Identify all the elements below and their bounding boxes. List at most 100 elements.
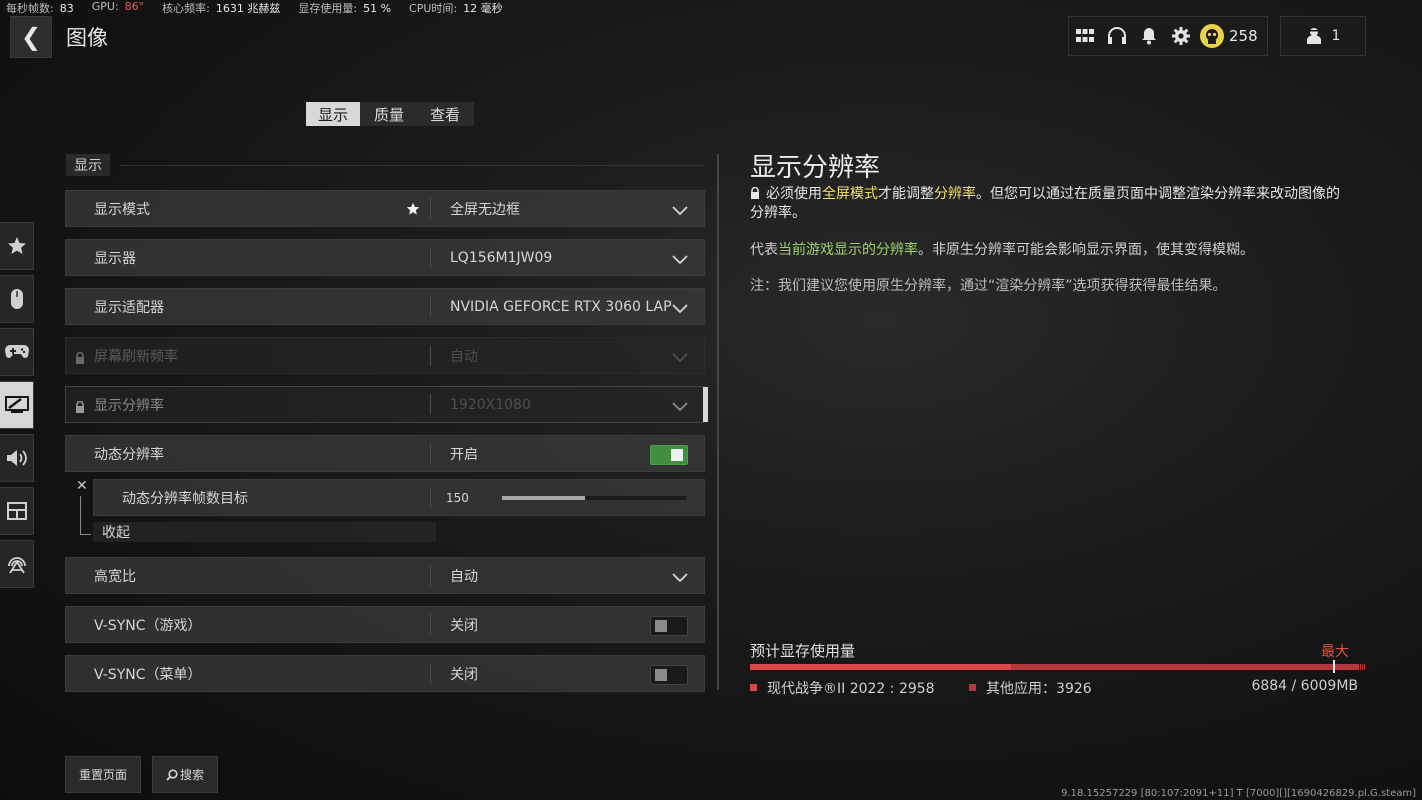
row-divider	[430, 663, 431, 684]
setting-dynamic-resolution[interactable]: 动态分辨率 开启	[65, 435, 705, 472]
vram-game-segment	[750, 664, 1012, 670]
layout-icon	[6, 502, 27, 520]
setting-refresh-rate: 屏幕刷新频率 自动	[65, 337, 705, 374]
setting-label: 显示分辨率	[94, 397, 164, 414]
bell-icon[interactable]	[1133, 17, 1165, 55]
row-divider	[430, 296, 431, 317]
party-member-icon	[1306, 28, 1321, 44]
rail-network[interactable]	[0, 540, 34, 588]
collapse-button[interactable]: 收起	[93, 522, 436, 542]
vram-legend: 现代战争®II 2022 : 2958 其他应用：3926 6884 / 600…	[750, 678, 1358, 698]
gamepad-icon	[4, 345, 29, 358]
setting-resolution[interactable]: 显示分辨率 1920X1080	[65, 386, 708, 423]
scrollbar[interactable]	[717, 154, 719, 690]
row-divider	[430, 565, 431, 586]
rail-graphics[interactable]	[0, 381, 34, 429]
rail-mouse[interactable]	[0, 275, 34, 323]
back-button[interactable]: ❮	[10, 16, 52, 58]
rail-favorites[interactable]	[0, 222, 34, 270]
headset-icon[interactable]	[1101, 17, 1133, 55]
setting-aspect-ratio[interactable]: 高宽比 自动	[65, 557, 705, 594]
chevron-down-icon	[672, 348, 688, 367]
lock-icon	[751, 186, 759, 199]
setting-display-adapter[interactable]: 显示适配器 NVIDIA GEFORCE RTX 3060 LAPTOP	[65, 288, 705, 325]
chevron-down-icon	[672, 568, 688, 587]
description-note: 注：我们建议您使用原生分辨率，通过“渲染分辨率”选项获得获得最佳结果。	[750, 278, 1227, 294]
setting-monitor[interactable]: 显示器 LQ156M1JW09	[65, 239, 705, 276]
gear-icon[interactable]	[1165, 17, 1197, 55]
row-divider	[430, 198, 431, 219]
setting-label: 显示器	[94, 250, 136, 267]
setting-dynamic-target[interactable]: 动态分辨率帧数目标 150	[93, 479, 705, 516]
search-icon	[166, 768, 178, 781]
setting-vsync-game[interactable]: V-SYNC（游戏） 关闭	[65, 606, 705, 643]
setting-display-mode[interactable]: 显示模式 全屏无边框	[65, 190, 705, 227]
perf-core-clock: 核心频率: 1631 兆赫兹	[162, 2, 281, 15]
vram-total: 6884 / 6009MB	[1251, 678, 1358, 694]
description-title: 显示分辨率	[750, 153, 881, 183]
setting-label: 显示适配器	[94, 299, 164, 316]
legend-other: 其他应用：3926	[986, 681, 1092, 697]
vsync-menu-toggle[interactable]	[650, 665, 688, 685]
setting-label: 高宽比	[94, 568, 136, 585]
rail-audio[interactable]	[0, 434, 34, 482]
setting-value: LQ156M1JW09	[450, 249, 553, 266]
vram-max-marker	[1333, 660, 1335, 673]
favorite-star-icon[interactable]	[406, 201, 420, 220]
tab-view[interactable]: 查看	[418, 102, 472, 126]
perf-cpu-time: CPU时间: 12 毫秒	[409, 2, 503, 15]
setting-label: V-SYNC（菜单）	[94, 666, 202, 683]
setting-label: V-SYNC（游戏）	[94, 617, 202, 634]
frame-target-slider[interactable]	[502, 496, 686, 500]
row-divider	[430, 345, 431, 366]
monitor-icon	[4, 396, 29, 413]
vram-other-segment	[1011, 664, 1358, 670]
performance-overlay: 每秒帧数: 83 GPU: 86° 核心频率: 1631 兆赫兹 显存使用量: 51 %…	[6, 0, 521, 15]
perf-gpu: GPU: 86°	[91, 0, 145, 13]
perf-vram: 显存使用量: 51 %	[298, 2, 392, 15]
setting-label: 动态分辨率帧数目标	[122, 490, 248, 507]
rail-controller[interactable]	[0, 328, 34, 376]
reset-page-button[interactable]: 重置页面	[65, 756, 141, 793]
star-icon	[7, 237, 26, 254]
chevron-down-icon	[672, 299, 688, 318]
grid-menu-icon[interactable]	[1069, 17, 1101, 55]
setting-value: 1920X1080	[450, 396, 531, 413]
settings-tabs: 显示 质量 查看	[306, 102, 474, 126]
rail-interface[interactable]	[0, 487, 34, 535]
party-button[interactable]: 1	[1280, 16, 1366, 56]
dynamic-resolution-toggle[interactable]	[650, 445, 688, 465]
setting-value: 开启	[450, 446, 478, 463]
vram-overflow-stripes	[1358, 664, 1366, 670]
subsetting-connector	[80, 496, 91, 535]
description-requirement: 必须使用全屏模式才能调整分辨率。但您可以通过在质量页面中调整渲染分辨率来改动图像…	[750, 186, 1340, 221]
vsync-game-toggle[interactable]	[650, 616, 688, 636]
setting-value: NVIDIA GEFORCE RTX 3060 LAPTOP	[450, 298, 672, 315]
row-divider	[430, 247, 431, 268]
currency-count: 258	[1229, 27, 1258, 45]
legend-swatch-game	[750, 683, 757, 691]
setting-value: 关闭	[450, 666, 478, 683]
vram-usage-bar	[750, 664, 1358, 670]
setting-value: 自动	[450, 568, 478, 585]
row-divider	[430, 443, 431, 464]
tab-quality[interactable]: 质量	[362, 102, 416, 126]
party-count: 1	[1331, 28, 1341, 44]
section-header: 显示	[66, 154, 110, 176]
perf-fps: 每秒帧数: 83	[6, 2, 74, 15]
page-title: 图像	[66, 26, 108, 50]
player-emblem-icon[interactable]	[1197, 17, 1227, 55]
tab-display[interactable]: 显示	[306, 102, 360, 126]
setting-value: 全屏无边框	[450, 201, 520, 218]
close-icon[interactable]: ✕	[76, 478, 88, 494]
build-info: 9.18.15257229 [80:107:2091+11] T [7000][…	[1061, 788, 1416, 799]
slider-fill	[502, 496, 585, 500]
vram-title: 预计显存使用量	[750, 642, 856, 660]
chevron-down-icon	[672, 201, 688, 220]
top-toolbar: 258	[1068, 16, 1268, 56]
category-rail	[0, 222, 34, 593]
search-button[interactable]: 搜索	[152, 756, 218, 793]
setting-value: 150	[446, 490, 469, 505]
setting-vsync-menu[interactable]: V-SYNC（菜单） 关闭	[65, 655, 705, 692]
speaker-icon	[6, 450, 27, 466]
